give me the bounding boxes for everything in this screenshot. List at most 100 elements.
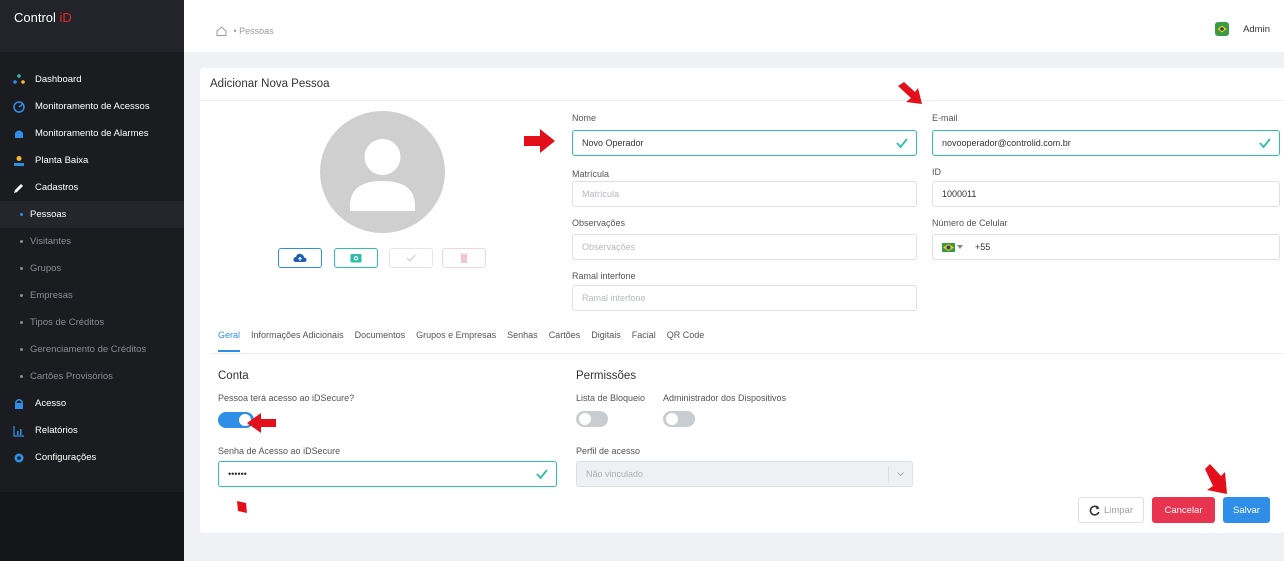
access-profile-select[interactable]: Não vinculado xyxy=(576,461,913,487)
cancel-button-label: Cancelar xyxy=(1164,504,1203,516)
sidebar-item-configuracoes[interactable]: Configurações xyxy=(0,444,184,471)
user-menu[interactable]: Admin xyxy=(1215,22,1270,36)
sidebar-item-label: Configurações xyxy=(35,452,97,463)
breadcrumb: • Pessoas xyxy=(216,26,274,36)
sidebar-nav: Dashboard Monitoramento de Acessos Monit… xyxy=(0,52,184,471)
annotation-marker-icon xyxy=(237,501,247,513)
sidebar-item-label: Relatórios xyxy=(35,425,78,436)
cloud-upload-icon xyxy=(293,253,307,262)
sidebar-item-acesso[interactable]: Acesso xyxy=(0,390,184,417)
brand-logo[interactable]: Control iD xyxy=(0,0,184,52)
user-name[interactable]: Admin xyxy=(1243,24,1270,35)
tab-grupos-empresas[interactable]: Grupos e Empresas xyxy=(416,330,496,352)
upload-photo-button[interactable] xyxy=(278,248,322,268)
sidebar-subitem-grupos[interactable]: Grupos xyxy=(0,255,184,282)
sidebar-subitem-empresas[interactable]: Empresas xyxy=(0,282,184,309)
save-button-label: Salvar xyxy=(1233,504,1260,516)
brazil-flag-icon xyxy=(942,242,955,252)
tab-documentos[interactable]: Documentos xyxy=(355,330,406,352)
clear-button[interactable]: Limpar xyxy=(1078,497,1144,523)
page-title: Adicionar Nova Pessoa xyxy=(210,78,330,90)
sidebar-subitem-label: Grupos xyxy=(30,263,62,274)
tab-digitais[interactable]: Digitais xyxy=(591,330,621,352)
country-selector[interactable] xyxy=(942,242,963,252)
ramal-input[interactable]: Ramal interfone xyxy=(572,285,917,311)
tab-geral[interactable]: Geral xyxy=(218,330,241,352)
nome-value: Novo Operador xyxy=(582,138,644,148)
email-input[interactable]: novooperador@controlid.com.br xyxy=(932,130,1280,156)
access-profile-label: Perfil de acesso xyxy=(576,446,641,456)
annotation-arrow-icon xyxy=(898,82,922,104)
sidebar-item-planta-baixa[interactable]: Planta Baixa xyxy=(0,147,184,174)
home-icon[interactable] xyxy=(216,26,227,36)
sidebar-item-monitoramento-acessos[interactable]: Monitoramento de Acessos xyxy=(0,93,184,120)
breadcrumb-separator: • xyxy=(231,26,240,36)
permissoes-section-title: Permissões xyxy=(576,370,637,382)
nome-input[interactable]: Novo Operador xyxy=(572,130,917,156)
email-value: novooperador@controlid.com.br xyxy=(942,138,1071,148)
sidebar-item-dashboard[interactable]: Dashboard xyxy=(0,66,184,93)
cancel-button[interactable]: Cancelar xyxy=(1152,497,1215,523)
sidebar-subitem-label: Pessoas xyxy=(30,209,67,220)
block-list-toggle[interactable] xyxy=(576,411,608,427)
id-label: ID xyxy=(932,167,941,177)
sidebar-item-label: Monitoramento de Alarmes xyxy=(35,128,149,139)
device-admin-label: Administrador dos Dispositivos xyxy=(663,393,787,403)
sidebar-item-label: Cadastros xyxy=(35,182,79,193)
tab-qr-code[interactable]: QR Code xyxy=(667,330,705,352)
tab-cartoes[interactable]: Cartões xyxy=(549,330,581,352)
take-photo-button[interactable] xyxy=(334,248,378,268)
tab-facial[interactable]: Facial xyxy=(632,330,656,352)
sidebar-subitem-label: Empresas xyxy=(30,290,73,301)
celular-value: +55 xyxy=(975,242,991,252)
ramal-label: Ramal interfone xyxy=(572,271,636,281)
id-input[interactable]: 1000011 xyxy=(932,181,1280,207)
sidebar-subitem-cartoes-provisorios[interactable]: Cartões Provisórios xyxy=(0,363,184,390)
floorplan-icon xyxy=(12,154,26,168)
tab-informacoes-adicionais[interactable]: Informações Adicionais xyxy=(251,330,344,352)
delete-photo-button[interactable] xyxy=(442,248,486,268)
avatar xyxy=(320,111,445,233)
clear-button-label: Limpar xyxy=(1103,504,1134,516)
tab-bar: Geral Informações Adicionais Documentos … xyxy=(218,330,715,352)
sidebar-item-monitoramento-alarmes[interactable]: Monitoramento de Alarmes xyxy=(0,120,184,147)
sidebar-subitem-gerenciamento-creditos[interactable]: Gerenciamento de Créditos xyxy=(0,336,184,363)
sidebar-subitem-visitantes[interactable]: Visitantes xyxy=(0,228,184,255)
celular-input[interactable]: +55 xyxy=(932,234,1280,260)
password-value: •••••• xyxy=(228,469,247,479)
matricula-input[interactable]: Matrícula xyxy=(572,181,917,207)
lock-icon xyxy=(12,397,26,411)
chart-icon xyxy=(12,424,26,438)
monitor-access-icon xyxy=(12,100,26,114)
caret-down-icon xyxy=(957,245,963,249)
block-list-label: Lista de Bloqueio xyxy=(576,393,646,403)
sidebar-subitem-pessoas[interactable]: Pessoas xyxy=(0,201,184,228)
check-icon xyxy=(406,254,416,262)
sidebar-item-label: Acesso xyxy=(35,398,67,409)
annotation-arrow-icon xyxy=(524,129,555,153)
breadcrumb-current[interactable]: Pessoas xyxy=(239,26,274,36)
save-button[interactable]: Salvar xyxy=(1223,497,1270,523)
annotation-arrow-icon xyxy=(1205,464,1227,494)
gear-icon xyxy=(12,451,26,465)
nome-label: Nome xyxy=(572,113,597,123)
observacoes-input[interactable]: Observações xyxy=(572,234,917,260)
confirm-photo-button[interactable] xyxy=(389,248,433,268)
brand-accent: iD xyxy=(59,10,72,25)
sidebar-subitem-tipos-creditos[interactable]: Tipos de Créditos xyxy=(0,309,184,336)
sidebar-item-label: Dashboard xyxy=(35,74,82,85)
brand-text: Control xyxy=(14,10,60,25)
device-admin-toggle[interactable] xyxy=(663,411,695,427)
sidebar-item-relatorios[interactable]: Relatórios xyxy=(0,417,184,444)
tabs-divider xyxy=(210,353,1284,354)
tab-senhas[interactable]: Senhas xyxy=(507,330,538,352)
language-flag-icon[interactable] xyxy=(1215,22,1230,36)
annotation-arrow-icon xyxy=(247,413,276,433)
valid-check-icon xyxy=(896,138,908,149)
password-input[interactable]: •••••• xyxy=(218,461,557,487)
sidebar-item-cadastros[interactable]: Cadastros xyxy=(0,174,184,201)
conta-section-title: Conta xyxy=(218,370,249,382)
idsecure-access-label: Pessoa terá acesso ao iDSecure? xyxy=(218,393,355,403)
email-label: E-mail xyxy=(932,113,958,123)
sidebar-subitem-label: Gerenciamento de Créditos xyxy=(30,344,147,355)
